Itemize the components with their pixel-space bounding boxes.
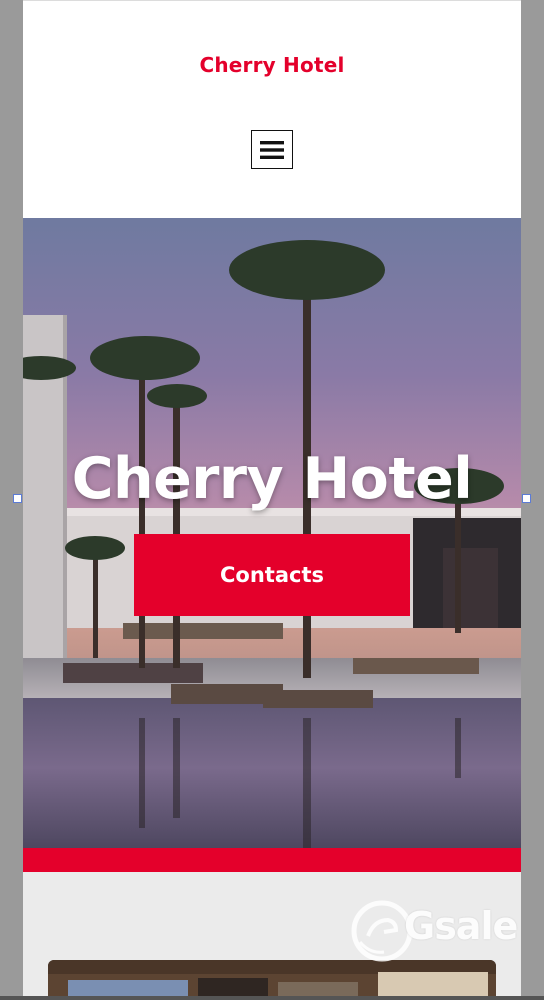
watermark-text: Gsale bbox=[404, 904, 518, 948]
resize-handle-right[interactable] bbox=[522, 494, 531, 503]
resize-handle-left[interactable] bbox=[13, 494, 22, 503]
gsale-watermark: Gsale bbox=[350, 898, 520, 964]
page: Cherry Hotel Cherry Hotel Contacts bbox=[23, 0, 521, 1000]
hero-section: Cherry Hotel Contacts bbox=[23, 218, 521, 848]
contacts-button[interactable]: Contacts bbox=[134, 534, 410, 616]
hero-title: Cherry Hotel bbox=[71, 446, 473, 512]
site-brand[interactable]: Cherry Hotel bbox=[23, 53, 521, 77]
site-header: Cherry Hotel bbox=[23, 0, 521, 218]
hero-background-image bbox=[23, 218, 521, 848]
accent-divider bbox=[23, 848, 521, 872]
room-photo bbox=[48, 960, 496, 1000]
hamburger-menu-icon bbox=[260, 140, 284, 159]
bottom-edge bbox=[0, 996, 544, 1000]
menu-toggle-button[interactable] bbox=[251, 130, 293, 169]
card-thumbnail-image[interactable] bbox=[48, 960, 496, 1000]
